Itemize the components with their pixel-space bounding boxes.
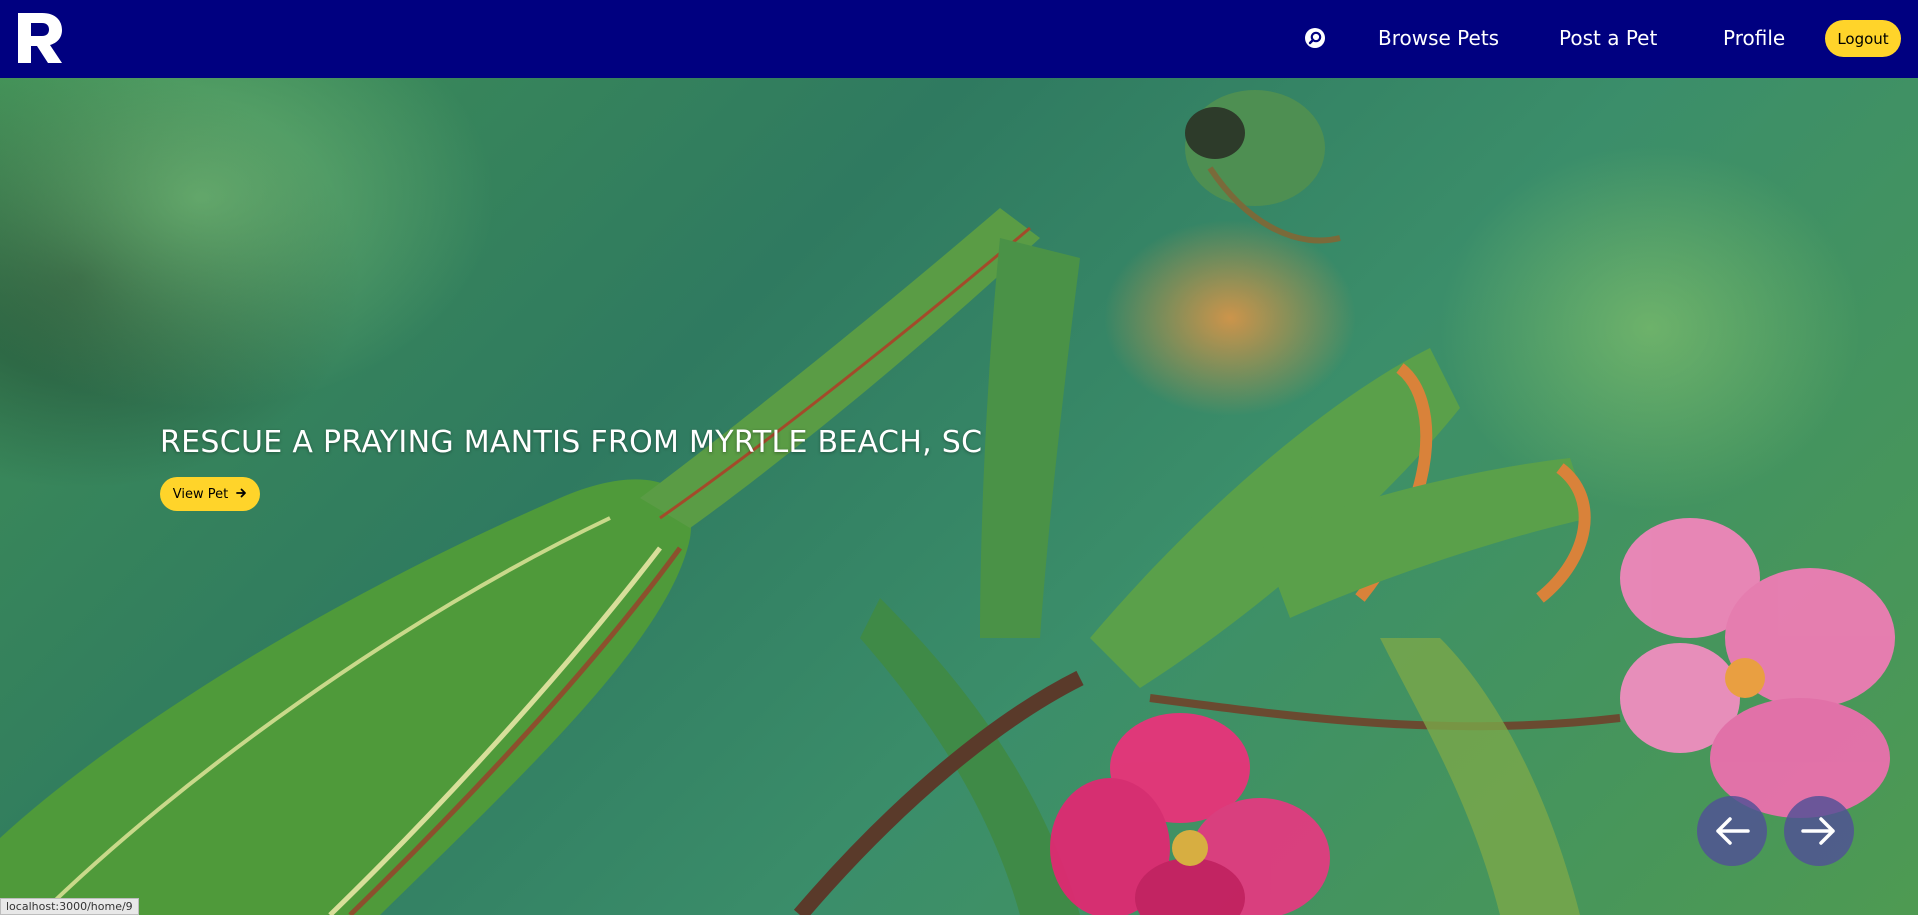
arrow-right-icon bbox=[1801, 817, 1835, 845]
view-pet-label: View Pet bbox=[172, 486, 229, 502]
hero-image bbox=[0, 90, 1895, 915]
hero-carousel: RESCUE A PRAYING MANTIS FROM MYRTLE BEAC… bbox=[0, 78, 1918, 915]
status-bar-url: localhost:3000/home/9 bbox=[0, 898, 139, 915]
flower bbox=[1050, 713, 1330, 915]
arrow-left-icon bbox=[1716, 817, 1750, 845]
top-navbar: Browse Pets Post a Pet Profile Logout bbox=[0, 0, 1918, 78]
search-icon[interactable] bbox=[1304, 27, 1326, 49]
logout-button[interactable]: Logout bbox=[1825, 20, 1901, 57]
carousel-prev-button[interactable] bbox=[1697, 796, 1767, 866]
nav-browse-pets[interactable]: Browse Pets bbox=[1378, 26, 1499, 50]
nav-post-a-pet[interactable]: Post a Pet bbox=[1559, 26, 1657, 50]
nav-profile[interactable]: Profile bbox=[1723, 26, 1785, 50]
hero-caption: RESCUE A PRAYING MANTIS FROM MYRTLE BEAC… bbox=[160, 425, 983, 460]
view-pet-button[interactable]: View Pet bbox=[160, 477, 260, 511]
arrow-right-icon bbox=[236, 487, 247, 502]
logo[interactable] bbox=[14, 11, 66, 65]
carousel-next-button[interactable] bbox=[1784, 796, 1854, 866]
